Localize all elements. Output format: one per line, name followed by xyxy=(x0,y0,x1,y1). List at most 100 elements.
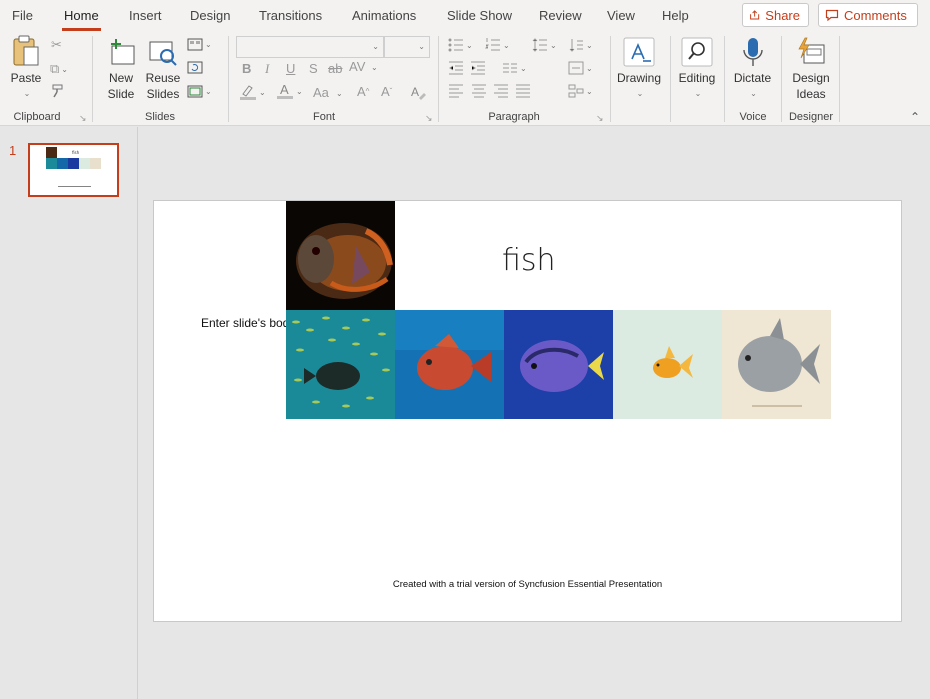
share-icon xyxy=(750,10,760,20)
reset-icon[interactable] xyxy=(187,61,203,74)
ribbon: Paste ⌄ ✂ ⧉ ⌄ Clipboard ↘ New Slide Reuse… xyxy=(0,32,930,126)
slide-body-placeholder[interactable]: Enter slide's body xyxy=(201,316,295,330)
ribbon-divider xyxy=(670,36,671,122)
strikethrough-button[interactable]: ab xyxy=(328,61,342,76)
reuse-slides-button[interactable]: Reuse Slides xyxy=(145,32,181,102)
font-family-select[interactable]: ⌄ xyxy=(236,36,384,58)
ribbon-divider xyxy=(228,36,229,122)
new-slide-button[interactable]: New Slide xyxy=(100,32,142,102)
italic-button[interactable]: I xyxy=(265,61,269,77)
font-launcher-icon[interactable]: ↘ xyxy=(425,113,433,124)
ribbon-divider xyxy=(839,36,840,122)
bold-button[interactable]: B xyxy=(242,61,251,76)
tab-animations[interactable]: Animations xyxy=(352,8,416,23)
share-label: Share xyxy=(765,7,800,23)
decrease-indent-icon[interactable] xyxy=(448,61,464,75)
fish-image-oscar[interactable] xyxy=(286,201,395,310)
align-left-icon[interactable] xyxy=(448,84,464,98)
slide-canvas[interactable]: Enter slide's body fish Created with a t… xyxy=(153,200,902,622)
fish-image-pomfret[interactable] xyxy=(722,310,831,419)
slide-thumbnail[interactable]: fish xyxy=(28,143,119,197)
tab-view[interactable]: View xyxy=(607,8,635,23)
svg-text:fish: fish xyxy=(72,150,80,155)
text-shadow-button[interactable]: S xyxy=(309,61,318,76)
font-color-icon[interactable]: A ⌄ xyxy=(276,82,303,100)
design-ideas-button[interactable]: Design Ideas xyxy=(785,32,837,102)
clipboard-launcher-icon[interactable]: ↘ xyxy=(79,113,87,124)
voice-group-label: Voice xyxy=(739,111,767,123)
tab-home[interactable]: Home xyxy=(62,8,101,31)
columns-icon[interactable]: ⌄ xyxy=(502,61,527,75)
increase-indent-icon[interactable] xyxy=(470,61,486,75)
tab-insert[interactable]: Insert xyxy=(129,8,162,23)
paste-icon xyxy=(11,34,41,70)
editing-button[interactable]: Editing ⌄ xyxy=(675,32,719,102)
increase-font-size-icon[interactable]: A ^ xyxy=(357,84,369,99)
paragraph-group-label: Paragraph xyxy=(488,111,540,123)
svg-text:A: A xyxy=(411,85,419,99)
line-spacing-icon[interactable]: ⌄ xyxy=(532,38,557,52)
reuse-slides-label-1: Reuse xyxy=(145,71,181,85)
find-magnifier-icon xyxy=(681,34,713,70)
new-slide-label-2: Slide xyxy=(107,87,135,101)
font-group-label: Font xyxy=(312,111,335,123)
slides-group-label: Slides xyxy=(145,111,175,123)
format-painter-icon[interactable] xyxy=(51,84,65,98)
collapse-ribbon-icon[interactable]: ⌃ xyxy=(910,110,920,124)
paste-button[interactable]: Paste ⌄ xyxy=(8,32,44,102)
change-case-dropdown-icon[interactable]: ⌄ xyxy=(336,89,343,98)
new-slide-label-1: New xyxy=(108,71,133,85)
align-center-icon[interactable] xyxy=(471,84,487,98)
character-spacing-button[interactable]: AV xyxy=(349,59,365,74)
ribbon-divider xyxy=(92,36,93,122)
editing-label: Editing xyxy=(678,71,716,85)
highlight-icon[interactable]: ⌄ xyxy=(239,84,266,100)
cut-icon[interactable]: ✂ xyxy=(51,37,62,53)
reuse-slides-label-2: Slides xyxy=(146,87,180,101)
bullets-icon[interactable]: ⌄ xyxy=(448,38,473,52)
layout-icon[interactable]: ⌄ xyxy=(187,38,212,51)
new-slide-icon xyxy=(106,34,136,70)
justify-icon[interactable] xyxy=(515,84,531,98)
tab-review[interactable]: Review xyxy=(539,8,582,23)
paste-dropdown-icon[interactable]: ⌄ xyxy=(24,86,31,102)
fish-image-goldfish[interactable] xyxy=(613,310,722,419)
copy-icon[interactable]: ⧉ ⌄ xyxy=(50,61,68,77)
numbering-icon[interactable]: ⌄ xyxy=(485,38,510,52)
clear-formatting-icon[interactable]: A xyxy=(410,84,426,100)
align-text-icon[interactable]: ⌄ xyxy=(568,61,593,75)
thumbnail-preview: fish xyxy=(46,147,101,187)
share-button[interactable]: Share xyxy=(742,3,809,27)
paragraph-launcher-icon[interactable]: ↘ xyxy=(596,113,604,124)
drawing-label: Drawing xyxy=(616,71,661,85)
font-size-select[interactable]: ⌄ xyxy=(384,36,430,58)
smartart-icon[interactable]: ⌄ xyxy=(568,84,593,98)
microphone-icon xyxy=(741,34,765,70)
tab-file[interactable]: File xyxy=(12,8,33,23)
section-icon[interactable]: ⌄ xyxy=(187,85,212,98)
ribbon-divider xyxy=(610,36,611,122)
paste-label: Paste xyxy=(10,71,42,85)
comments-button[interactable]: Comments xyxy=(818,3,918,27)
design-ideas-label-1: Design xyxy=(792,71,830,85)
tab-design[interactable]: Design xyxy=(190,8,230,23)
slide-thumbnail-pane: 1 fish xyxy=(0,127,138,699)
designer-group-label: Designer xyxy=(788,111,834,123)
decrease-font-size-icon[interactable]: Aˇ xyxy=(381,84,392,99)
fish-image-blue-tang[interactable] xyxy=(504,310,613,419)
align-right-icon[interactable] xyxy=(493,84,509,98)
tab-help[interactable]: Help xyxy=(662,8,689,23)
dictate-button[interactable]: Dictate ⌄ xyxy=(730,32,775,102)
drawing-button[interactable]: Drawing ⌄ xyxy=(614,32,664,102)
fish-image-school[interactable] xyxy=(286,310,395,419)
slide-title[interactable]: fish xyxy=(502,243,556,278)
ribbon-divider xyxy=(438,36,439,122)
tab-slide-show[interactable]: Slide Show xyxy=(447,8,512,23)
character-spacing-dropdown-icon[interactable]: ⌄ xyxy=(371,63,378,72)
text-direction-icon[interactable]: ⌄ xyxy=(568,38,593,52)
slide-number: 1 xyxy=(9,143,17,158)
change-case-button[interactable]: Aa xyxy=(313,85,329,100)
underline-button[interactable]: U xyxy=(286,61,295,76)
tab-transitions[interactable]: Transitions xyxy=(259,8,322,23)
fish-image-red-fish[interactable] xyxy=(395,310,504,419)
